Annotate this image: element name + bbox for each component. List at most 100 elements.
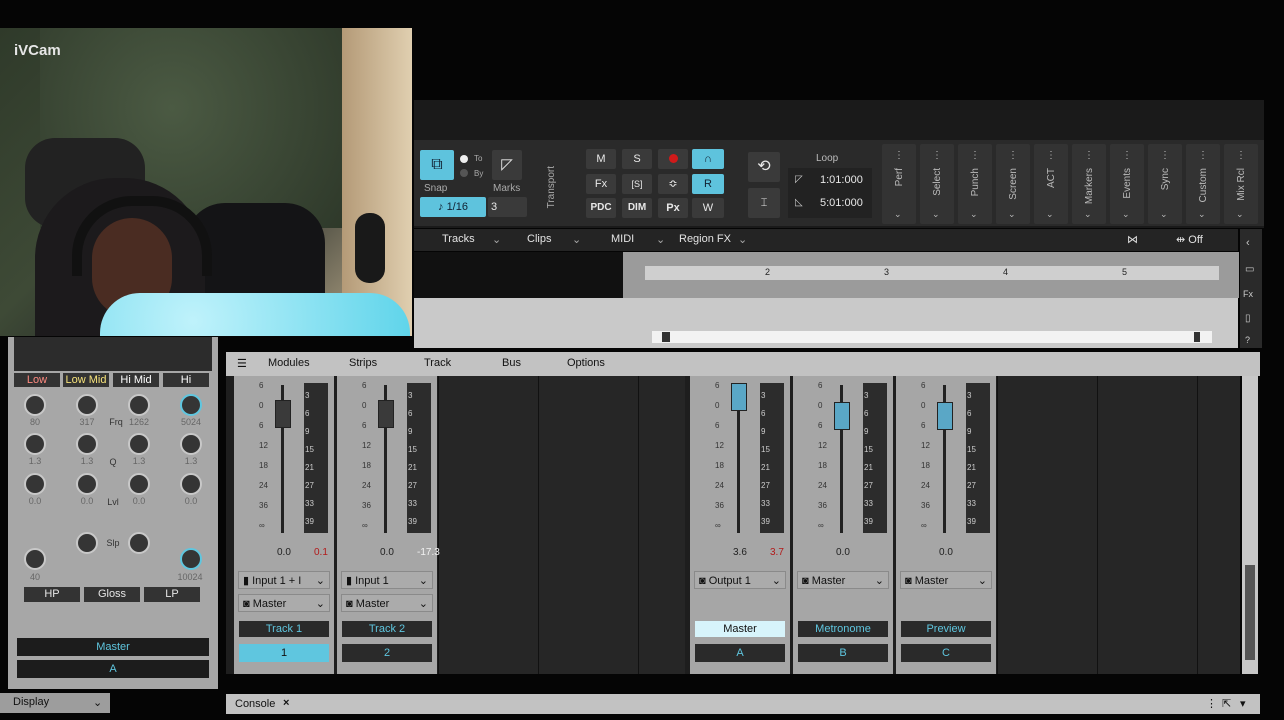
fader-handle[interactable] [275, 400, 291, 428]
horizontal-scrollbar[interactable] [652, 331, 1212, 343]
fader-handle[interactable] [937, 402, 953, 430]
zoom-thumb[interactable] [1194, 332, 1200, 342]
band-hi-mid[interactable]: Hi Mid [113, 373, 159, 387]
section-screen[interactable]: ⋮ Screen ⌄ [996, 144, 1030, 224]
menu-strips[interactable]: Strips [349, 357, 377, 369]
record-button[interactable] [658, 149, 688, 169]
menu-clips[interactable]: Clips [527, 233, 551, 245]
hp-slope-knob[interactable] [76, 532, 98, 554]
section-markers[interactable]: ⋮ Markers ⌄ [1072, 144, 1106, 224]
strip-number[interactable]: A [695, 644, 785, 662]
fader-value[interactable]: 0.0 [277, 547, 291, 558]
section-punch[interactable]: ⋮ Punch ⌄ [958, 144, 992, 224]
headphones-button[interactable]: ∩ [692, 149, 724, 169]
console-scroll-thumb[interactable] [1245, 565, 1255, 660]
marks-value[interactable]: 3 [488, 197, 527, 217]
snap-resolution[interactable]: ♪ 1/16 [420, 197, 486, 217]
fader-value[interactable]: 0.0 [380, 547, 394, 558]
peak-value[interactable]: -17.3 [417, 547, 440, 558]
scroll-thumb[interactable] [662, 332, 670, 342]
snap-grid-icon[interactable]: ⋈ [1127, 233, 1138, 246]
eq-knob[interactable] [128, 473, 150, 495]
undock-icon[interactable]: ⇱ [1222, 697, 1231, 710]
timeline-ruler[interactable]: 2 3 4 5 [645, 266, 1219, 280]
write-button[interactable]: W [692, 198, 724, 218]
input-select[interactable]: ▮ Input 1 ⌄ [341, 571, 433, 589]
console-menu-icon[interactable]: ☰ [237, 357, 247, 370]
gloss-button[interactable]: Gloss [84, 587, 140, 602]
eq-knob[interactable] [128, 394, 150, 416]
loop-fit-button[interactable]: ⌶ [748, 188, 780, 218]
close-icon[interactable]: × [283, 697, 289, 709]
by-radio[interactable] [460, 169, 468, 177]
snap-button[interactable]: ⧉ [420, 150, 454, 180]
automation-button[interactable]: ≎ [658, 174, 688, 194]
marks-button[interactable]: ◸ [492, 150, 522, 180]
strip-number[interactable]: C [901, 644, 991, 662]
lp-button[interactable]: LP [144, 587, 200, 602]
menu-modules[interactable]: Modules [268, 357, 310, 369]
prochannel-output[interactable]: Master [17, 638, 209, 656]
strip-number[interactable]: 1 [239, 644, 329, 662]
console-tab[interactable]: Console [235, 698, 275, 710]
help-icon[interactable]: ? [1245, 335, 1250, 345]
display-dropdown[interactable]: Display ⌄ [0, 693, 110, 713]
prochannel-strip-letter[interactable]: A [17, 660, 209, 678]
fader-handle[interactable] [731, 383, 747, 411]
lp-knob[interactable] [180, 548, 202, 570]
strip-number[interactable]: 2 [342, 644, 432, 662]
menu-track[interactable]: Track [424, 357, 451, 369]
strip-name[interactable]: Track 1 [239, 621, 329, 637]
eq-knob[interactable] [180, 394, 202, 416]
eq-knob[interactable] [180, 433, 202, 455]
output-select[interactable]: ◙ Master ⌄ [900, 571, 992, 589]
strip-name[interactable]: Track 2 [342, 621, 432, 637]
more-icon[interactable]: ⋮ [1206, 697, 1217, 710]
collapse-icon[interactable]: ‹ [1246, 237, 1250, 249]
eq-knob[interactable] [76, 473, 98, 495]
to-radio[interactable] [460, 155, 468, 163]
mute-button[interactable]: M [586, 149, 616, 169]
eq-knob[interactable] [76, 394, 98, 416]
folder-icon[interactable]: ▭ [1245, 264, 1254, 275]
pdc-button[interactable]: PDC [586, 198, 616, 218]
section-select[interactable]: ⋮ Select ⌄ [920, 144, 954, 224]
section-perf[interactable]: ⋮ Perf ⌄ [882, 144, 916, 224]
menu-options[interactable]: Options [567, 357, 605, 369]
eq-knob[interactable] [180, 473, 202, 495]
expand-icon[interactable]: ▾ [1240, 697, 1246, 710]
read-button[interactable]: R [692, 174, 724, 194]
eq-knob[interactable] [76, 433, 98, 455]
hp-button[interactable]: HP [24, 587, 80, 602]
fader-handle[interactable] [378, 400, 394, 428]
band-hi[interactable]: Hi [163, 373, 209, 387]
band-low-mid[interactable]: Low Mid [63, 373, 109, 387]
strip-number[interactable]: B [798, 644, 888, 662]
eq-knob[interactable] [24, 394, 46, 416]
section-act[interactable]: ⋮ ACT ⌄ [1034, 144, 1068, 224]
menu-midi[interactable]: MIDI [611, 233, 634, 245]
section-sync[interactable]: ⋮ Sync ⌄ [1148, 144, 1182, 224]
loop-end[interactable]: 5:01:000 [820, 197, 863, 209]
solo-button[interactable]: S [622, 149, 652, 169]
output-select[interactable]: ◙ Master ⌄ [238, 594, 330, 612]
eq-knob[interactable] [24, 473, 46, 495]
menu-tracks[interactable]: Tracks [442, 233, 475, 245]
document-icon[interactable]: ▯ [1245, 313, 1251, 324]
fader-value[interactable]: 0.0 [939, 547, 953, 558]
section-events[interactable]: ⋮ Events ⌄ [1110, 144, 1144, 224]
peak-value[interactable]: 0.1 [314, 547, 328, 558]
off-toggle[interactable]: ⇹ Off [1176, 233, 1203, 246]
section-mix-rcl[interactable]: ⋮ Mix Rcl ⌄ [1224, 144, 1258, 224]
dim-button[interactable]: DIM [622, 198, 652, 218]
solo-bracket-button[interactable]: [S] [622, 174, 652, 194]
fader-value[interactable]: 3.6 [733, 547, 747, 558]
px-button[interactable]: Px [658, 198, 688, 218]
peak-value[interactable]: 3.7 [770, 547, 784, 558]
strip-name[interactable]: Master [695, 621, 785, 637]
strip-name[interactable]: Preview [901, 621, 991, 637]
fader-handle[interactable] [834, 402, 850, 430]
output-select[interactable]: ◙ Master ⌄ [341, 594, 433, 612]
fx-button[interactable]: Fx [586, 174, 616, 194]
band-low[interactable]: Low [14, 373, 60, 387]
